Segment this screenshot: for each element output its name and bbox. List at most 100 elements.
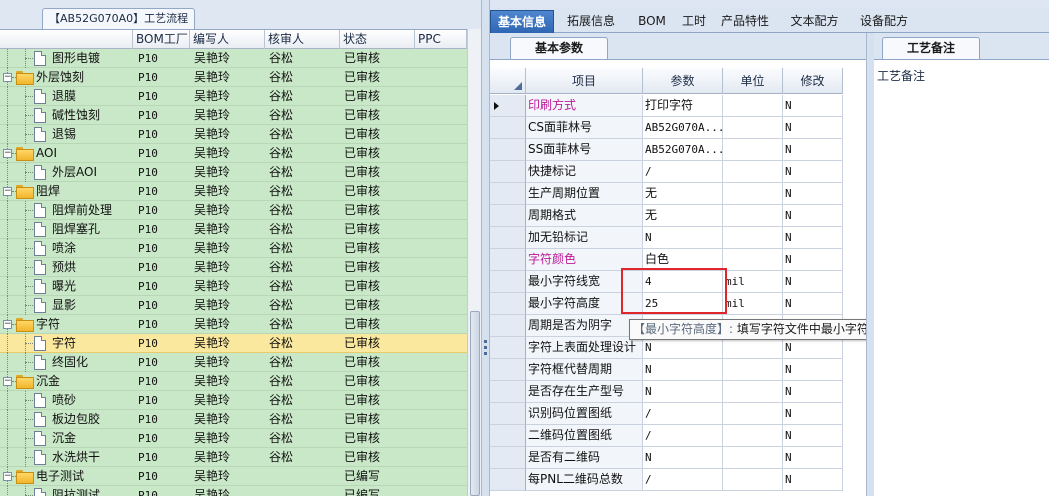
param-row[interactable]: 生产周期位置无 N bbox=[490, 183, 874, 205]
param-modified-cell[interactable]: N bbox=[783, 359, 843, 381]
main-tab[interactable]: 设备配方 bbox=[852, 10, 916, 33]
row-indicator[interactable] bbox=[490, 359, 526, 381]
param-unit-cell[interactable] bbox=[723, 403, 783, 425]
param-modified-cell[interactable]: N bbox=[783, 117, 843, 139]
tree-row[interactable]: 终固化 P10 吴艳玲 谷松 已审核 bbox=[0, 353, 467, 372]
param-modified-cell[interactable]: N bbox=[783, 337, 843, 359]
tree-col-header[interactable] bbox=[0, 30, 133, 49]
param-modified-cell[interactable]: N bbox=[783, 469, 843, 491]
param-value-cell[interactable]: / bbox=[643, 425, 723, 447]
param-unit-cell[interactable] bbox=[723, 139, 783, 161]
scrollbar-thumb[interactable] bbox=[470, 311, 480, 496]
collapse-icon[interactable]: − bbox=[3, 472, 12, 481]
row-indicator[interactable] bbox=[490, 293, 526, 315]
main-tab[interactable]: 基本信息 bbox=[490, 10, 554, 33]
param-modified-cell[interactable]: N bbox=[783, 293, 843, 315]
param-modified-cell[interactable]: N bbox=[783, 249, 843, 271]
param-unit-cell[interactable]: mil bbox=[723, 293, 783, 315]
param-modified-cell[interactable]: N bbox=[783, 205, 843, 227]
param-modified-cell[interactable]: N bbox=[783, 183, 843, 205]
param-modified-cell[interactable]: N bbox=[783, 161, 843, 183]
param-value-cell[interactable]: AB52G070A... bbox=[643, 139, 723, 161]
param-unit-cell[interactable] bbox=[723, 337, 783, 359]
row-indicator[interactable] bbox=[490, 183, 526, 205]
param-modified-cell[interactable]: N bbox=[783, 227, 843, 249]
param-modified-cell[interactable]: N bbox=[783, 139, 843, 161]
tree-row[interactable]: 外层AOI P10 吴艳玲 谷松 已审核 bbox=[0, 163, 467, 182]
row-indicator[interactable] bbox=[490, 249, 526, 271]
tree-row[interactable]: − 外层蚀刻 P10 吴艳玲 谷松 已审核 bbox=[0, 68, 467, 87]
process-tree-grid[interactable]: BOM工厂 编写人 核审人 状态 PPC 图形电镀 P10 吴艳玲 谷松 已审核 − 外层蚀刻 P10… bbox=[0, 29, 467, 496]
tree-row[interactable]: 阻焊前处理 P10 吴艳玲 谷松 已审核 bbox=[0, 201, 467, 220]
param-value-cell[interactable]: / bbox=[643, 469, 723, 491]
params-col-header[interactable]: 单位 bbox=[723, 68, 783, 94]
tree-vertical-scrollbar[interactable] bbox=[467, 29, 481, 496]
param-row[interactable]: SS面菲林号 AB52G070A... N bbox=[490, 139, 874, 161]
tree-row[interactable]: 显影 P10 吴艳玲 谷松 已审核 bbox=[0, 296, 467, 315]
param-modified-cell[interactable]: N bbox=[783, 381, 843, 403]
param-unit-cell[interactable] bbox=[723, 117, 783, 139]
param-value-cell[interactable]: N bbox=[643, 447, 723, 469]
row-indicator[interactable] bbox=[490, 117, 526, 139]
tree-row[interactable]: − 沉金 P10 吴艳玲 谷松 已审核 bbox=[0, 372, 467, 391]
param-unit-cell[interactable] bbox=[723, 425, 783, 447]
row-indicator[interactable] bbox=[490, 161, 526, 183]
param-value-cell[interactable]: / bbox=[643, 403, 723, 425]
param-unit-cell[interactable] bbox=[723, 95, 783, 117]
param-modified-cell[interactable]: N bbox=[783, 403, 843, 425]
tree-row[interactable]: 曝光 P10 吴艳玲 谷松 已审核 bbox=[0, 277, 467, 296]
tree-row[interactable]: 阻焊塞孔 P10 吴艳玲 谷松 已审核 bbox=[0, 220, 467, 239]
row-indicator[interactable] bbox=[490, 381, 526, 403]
param-value-cell[interactable]: N bbox=[643, 381, 723, 403]
tree-row[interactable]: 预烘 P10 吴艳玲 谷松 已审核 bbox=[0, 258, 467, 277]
param-modified-cell[interactable]: N bbox=[783, 447, 843, 469]
collapse-icon[interactable]: − bbox=[3, 320, 12, 329]
param-unit-cell[interactable] bbox=[723, 205, 783, 227]
main-tab[interactable]: 工时 bbox=[672, 10, 716, 33]
row-indicator[interactable] bbox=[490, 337, 526, 359]
tree-row[interactable]: 阻抗测试 P10 吴艳玲 已编写 bbox=[0, 486, 467, 496]
tree-col-header[interactable]: 状态 bbox=[340, 30, 415, 49]
param-value-cell[interactable]: N bbox=[643, 337, 723, 359]
row-indicator[interactable] bbox=[490, 205, 526, 227]
tree-row[interactable]: 碱性蚀刻 P10 吴艳玲 谷松 已审核 bbox=[0, 106, 467, 125]
param-unit-cell[interactable] bbox=[723, 469, 783, 491]
tree-row[interactable]: − AOI P10 吴艳玲 谷松 已审核 bbox=[0, 144, 467, 163]
param-unit-cell[interactable] bbox=[723, 183, 783, 205]
tree-row[interactable]: 水洗烘干 P10 吴艳玲 谷松 已审核 bbox=[0, 448, 467, 467]
tree-col-header[interactable]: PPC bbox=[415, 30, 467, 49]
tree-col-header[interactable]: 核审人 bbox=[265, 30, 340, 49]
tree-row[interactable]: 图形电镀 P10 吴艳玲 谷松 已审核 bbox=[0, 49, 467, 68]
param-row[interactable]: CS面菲林号 AB52G070A... N bbox=[490, 117, 874, 139]
tree-row[interactable]: 沉金 P10 吴艳玲 谷松 已审核 bbox=[0, 429, 467, 448]
param-modified-cell[interactable]: N bbox=[783, 425, 843, 447]
tab-basic-params[interactable]: 基本参数 bbox=[510, 37, 608, 59]
param-row[interactable]: 加无铅标记 N N bbox=[490, 227, 874, 249]
main-tab[interactable]: 文本配方 bbox=[781, 10, 848, 33]
param-row[interactable]: 是否有二维码 N N bbox=[490, 447, 874, 469]
tree-row[interactable]: 退膜 P10 吴艳玲 谷松 已审核 bbox=[0, 87, 467, 106]
row-indicator[interactable] bbox=[490, 425, 526, 447]
tree-col-header[interactable]: BOM工厂 bbox=[133, 30, 190, 49]
row-indicator[interactable] bbox=[490, 95, 526, 117]
process-flow-tab[interactable]: 【AB52G070A0】工艺流程 bbox=[42, 8, 196, 29]
param-row[interactable]: 快捷标记 / N bbox=[490, 161, 874, 183]
param-row[interactable]: 周期格式无 N bbox=[490, 205, 874, 227]
row-indicator[interactable] bbox=[490, 315, 526, 337]
param-row[interactable]: 印刷方式 打印字符 N bbox=[490, 95, 874, 117]
param-unit-cell[interactable] bbox=[723, 161, 783, 183]
tree-row[interactable]: 退锡 P10 吴艳玲 谷松 已审核 bbox=[0, 125, 467, 144]
param-value-cell[interactable]: N bbox=[643, 359, 723, 381]
param-row[interactable]: 每PNL二维码总数 / N bbox=[490, 469, 874, 491]
param-value-cell[interactable]: 无 bbox=[643, 205, 723, 227]
tab-process-remark[interactable]: 工艺备注 bbox=[882, 37, 980, 59]
tree-row[interactable]: 字符 P10 吴艳玲 谷松 已审核 bbox=[0, 334, 467, 353]
param-modified-cell[interactable]: N bbox=[783, 271, 843, 293]
collapse-icon[interactable]: − bbox=[3, 377, 12, 386]
params-col-header[interactable]: 项目 bbox=[526, 68, 643, 94]
main-tab[interactable]: 产品特性 bbox=[714, 10, 776, 33]
tree-row[interactable]: − 阻焊 P10 吴艳玲 谷松 已审核 bbox=[0, 182, 467, 201]
param-unit-cell[interactable] bbox=[723, 381, 783, 403]
params-col-header[interactable]: 参数 bbox=[643, 68, 723, 94]
collapse-icon[interactable]: − bbox=[3, 73, 12, 82]
